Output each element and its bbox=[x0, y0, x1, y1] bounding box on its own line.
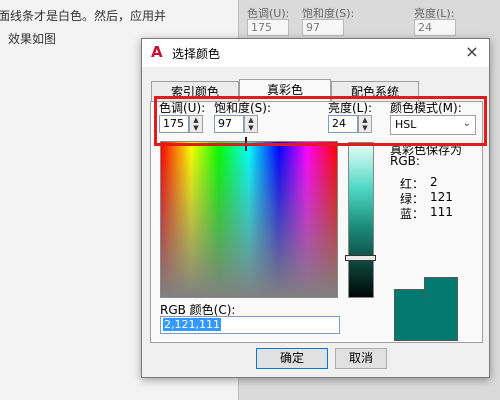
hue-saturation-spectrum[interactable] bbox=[160, 141, 338, 298]
dialog-titlebar[interactable]: A 选择颜色 × bbox=[142, 39, 489, 67]
bg-sat-value: 97 bbox=[302, 19, 344, 36]
luminance-slider[interactable] bbox=[348, 142, 374, 298]
green-value: 121 bbox=[430, 190, 453, 204]
autocad-logo-icon: A bbox=[151, 43, 163, 61]
blue-label: 蓝： bbox=[400, 207, 425, 221]
bg-hue-value: 175 bbox=[247, 19, 289, 36]
current-color-swatch bbox=[424, 277, 458, 299]
rgb-color-value: 2,121,111 bbox=[163, 318, 221, 331]
luminance-slider-handle[interactable] bbox=[345, 255, 376, 261]
rgb-color-input[interactable]: 2,121,111 bbox=[160, 316, 340, 334]
dialog-title: 选择颜色 bbox=[172, 47, 221, 61]
bg-text-line2: 效果如图 bbox=[8, 32, 57, 46]
bg-text-line1: 面线条才是白色。然后，应用并 bbox=[0, 9, 167, 23]
highlight-rectangle bbox=[154, 96, 487, 146]
color-preview bbox=[394, 277, 458, 341]
ok-button[interactable]: 确定 bbox=[256, 348, 328, 369]
select-color-dialog: A 选择颜色 × 索引颜色 真彩色 配色系统 色调(U): 175 ▲ ▼ 饱和度… bbox=[141, 38, 490, 378]
cancel-button[interactable]: 取消 bbox=[335, 348, 387, 369]
rgb-header-label: RGB: bbox=[390, 154, 420, 168]
blue-value: 111 bbox=[430, 205, 453, 219]
bg-lum-value: 24 bbox=[414, 19, 456, 36]
close-button[interactable]: × bbox=[460, 41, 484, 63]
red-value: 2 bbox=[430, 175, 438, 189]
